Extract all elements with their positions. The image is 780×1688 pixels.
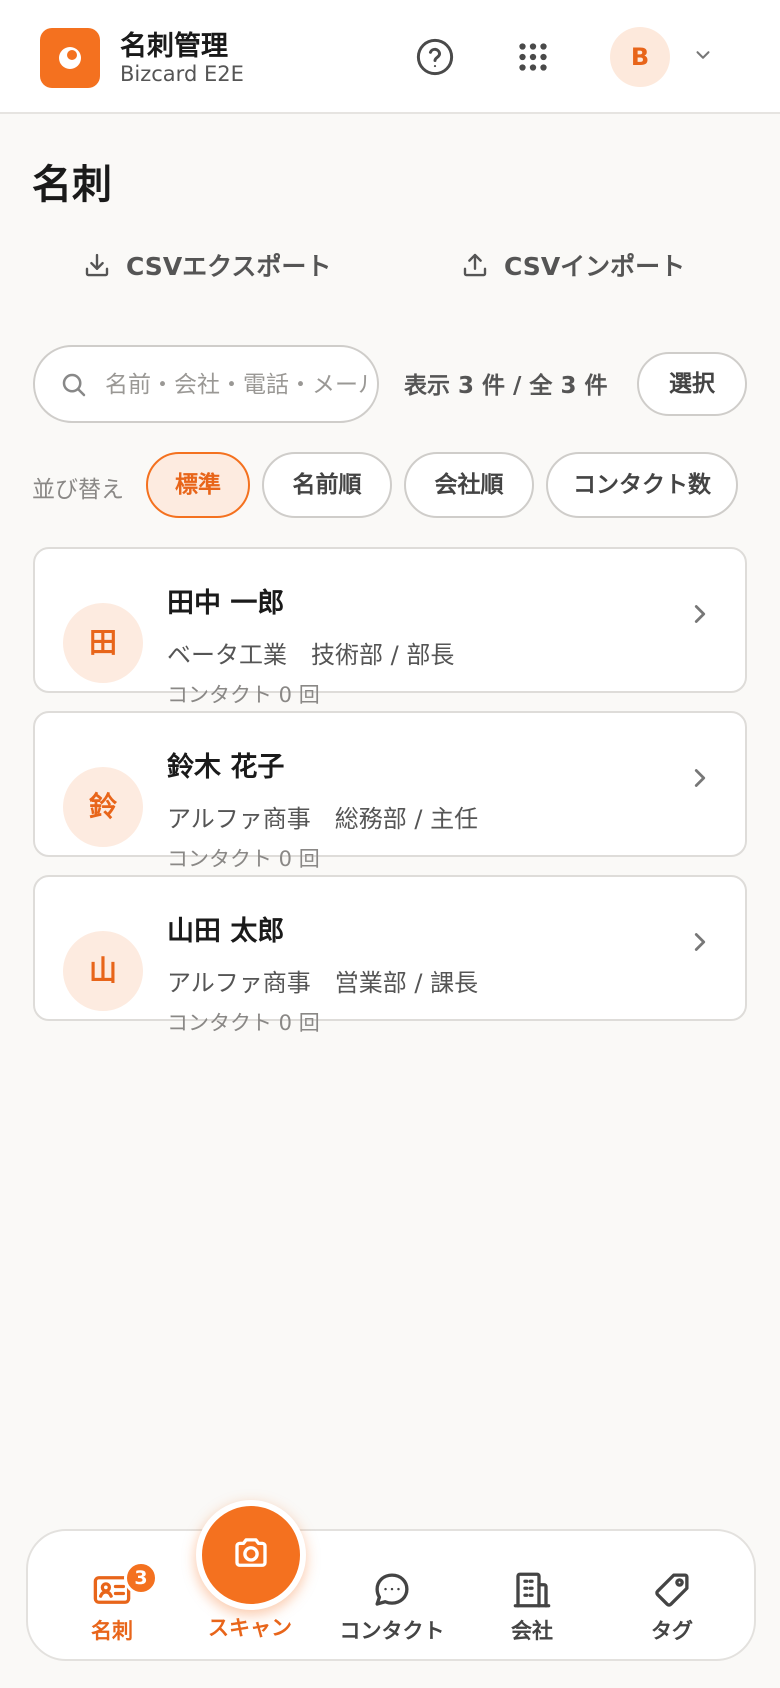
chevron-right-icon [694,605,706,623]
camera-icon [235,1538,267,1567]
tag-icon [655,1573,689,1607]
page-title: 名刺 [32,162,112,208]
nav-item-tags[interactable]: タグ [612,1569,732,1645]
building-icon [513,1572,551,1608]
card-avatar: 田 [63,603,143,683]
cards-count-badge: 3 [124,1561,158,1595]
sort-chip-default[interactable]: 標準 [146,452,250,518]
bottom-nav: 3 名刺 コンタクト 会社 タグ [26,1529,756,1661]
nav-item-contact[interactable]: コンタクト [332,1569,452,1645]
app-header: 名刺管理 Bizcard E2E B [0,0,780,114]
chat-bubble-icon [375,1573,409,1606]
app-title: 名刺管理 [120,31,228,62]
search-box[interactable] [33,345,379,423]
card-contact-count: コンタクト 0 回 [167,1011,320,1035]
app-subtitle: Bizcard E2E [120,62,244,86]
card-company-title: ベータ工業 技術部 / 部長 [167,641,455,669]
sort-chip-contact-count[interactable]: コンタクト数 [546,452,738,518]
user-avatar-button[interactable]: B [610,27,670,87]
nav-label-scan: スキャン [208,1616,292,1640]
card-company-title: アルファ商事 営業部 / 課長 [167,969,479,997]
card-name: 山田 太郎 [167,916,285,947]
logo-icon[interactable] [40,28,100,88]
card-list-item[interactable]: 田 田中 一郎 ベータ工業 技術部 / 部長 コンタクト 0 回 [33,547,747,707]
result-count: 表示 3 件 / 全 3 件 [404,373,608,399]
nav-item-cards[interactable]: 3 名刺 [52,1561,172,1645]
card-list-item[interactable]: 鈴 鈴木 花子 アルファ商事 総務部 / 主任 コンタクト 0 回 [33,711,747,871]
card-avatar: 鈴 [63,767,143,847]
scan-button[interactable] [196,1500,306,1610]
upload-icon [463,253,487,277]
select-button[interactable]: 選択 [637,352,747,416]
csv-import-label: CSVインポート [504,252,686,281]
sort-chip-company[interactable]: 会社順 [404,452,534,518]
search-input[interactable] [105,365,367,405]
app-root: 名刺管理 Bizcard E2E B 名刺 CSVエクスポート CSVインポート [0,0,780,1688]
nav-item-company[interactable]: 会社 [472,1569,592,1645]
apps-grid-icon[interactable] [512,36,554,78]
card-contact-count: コンタクト 0 回 [167,847,320,871]
help-icon[interactable] [414,36,456,78]
chevron-right-icon [694,933,706,951]
search-icon [62,373,86,397]
card-company-title: アルファ商事 総務部 / 主任 [167,805,479,833]
chevron-right-icon [694,769,706,787]
download-icon [85,253,109,277]
card-name: 鈴木 花子 [167,752,285,783]
sort-chip-name[interactable]: 名前順 [262,452,392,518]
card-contact-count: コンタクト 0 回 [167,683,320,707]
csv-export-button[interactable]: CSVエクスポート [82,240,331,290]
nav-label-contact: コンタクト [339,1619,445,1643]
nav-label-company: 会社 [511,1619,553,1643]
sort-label: 並び替え [32,477,124,503]
csv-import-button[interactable]: CSVインポート [460,240,685,290]
nav-label-tags: タグ [651,1619,693,1643]
csv-export-label: CSVエクスポート [126,252,332,281]
card-avatar: 山 [63,931,143,1011]
card-name: 田中 一郎 [167,588,285,619]
chevron-down-icon[interactable] [692,44,714,66]
card-list-item[interactable]: 山 山田 太郎 アルファ商事 営業部 / 課長 コンタクト 0 回 [33,875,747,1035]
nav-label-cards: 名刺 [91,1619,133,1643]
